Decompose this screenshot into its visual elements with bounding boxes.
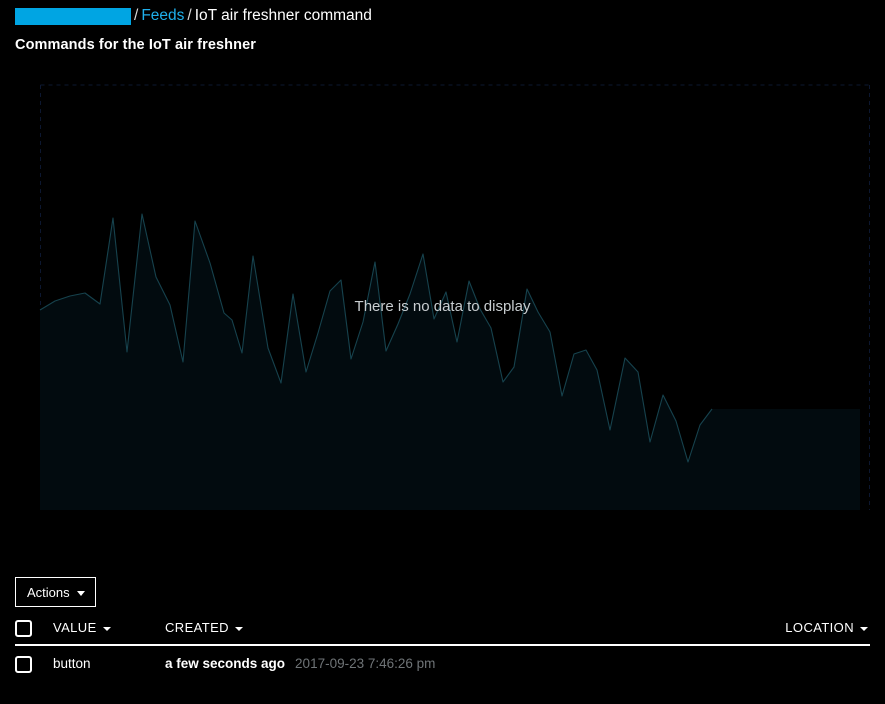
sort-caret-icon-location [860,626,868,631]
column-header-created[interactable]: CREATED [165,619,670,637]
column-header-value[interactable]: VALUE [53,619,165,637]
breadcrumb-separator-2: / [187,7,192,24]
cell-created: a few seconds ago 2017-09-23 7:46:26 pm [165,655,670,673]
sort-caret-icon-created [234,626,243,631]
cell-created-absolute: 2017-09-23 7:46:26 pm [295,656,436,671]
cell-value-text: button [53,656,91,671]
feed-data-table: VALUE CREATED LOCATION button a few seco… [15,612,870,682]
breadcrumb-item-account-redacted[interactable] [15,7,131,25]
sort-caret-icon-value [102,626,111,631]
cell-created-relative: a few seconds ago [165,656,286,671]
page-root: / Feeds / IoT air freshner command Comma… [0,0,885,704]
breadcrumb-item-current: IoT air freshner command [194,7,372,24]
chevron-down-icon [76,590,85,596]
column-header-value-label: VALUE [53,620,97,635]
row-select-cell [15,655,53,673]
breadcrumb: / Feeds / IoT air freshner command [15,5,372,27]
column-header-location-label: LOCATION [785,620,854,635]
actions-button-label: Actions [27,584,70,600]
column-header-created-label: CREATED [165,620,229,635]
select-all-cell [15,619,53,637]
chart-area-fill [40,214,860,510]
row-select-checkbox[interactable] [15,655,32,673]
table-header-row: VALUE CREATED LOCATION [15,612,870,646]
page-subtitle: Commands for the IoT air freshner [15,37,256,53]
select-all-checkbox[interactable] [15,619,32,637]
table-row[interactable]: button a few seconds ago 2017-09-23 7:46… [15,646,870,682]
feed-chart-svg [39,84,870,510]
breadcrumb-separator-1: / [134,7,139,24]
column-header-location[interactable]: LOCATION [670,619,870,637]
breadcrumb-item-feeds[interactable]: Feeds [141,5,184,27]
feed-chart[interactable]: There is no data to display [0,62,885,522]
cell-value: button [53,655,165,673]
actions-button[interactable]: Actions [15,577,96,607]
